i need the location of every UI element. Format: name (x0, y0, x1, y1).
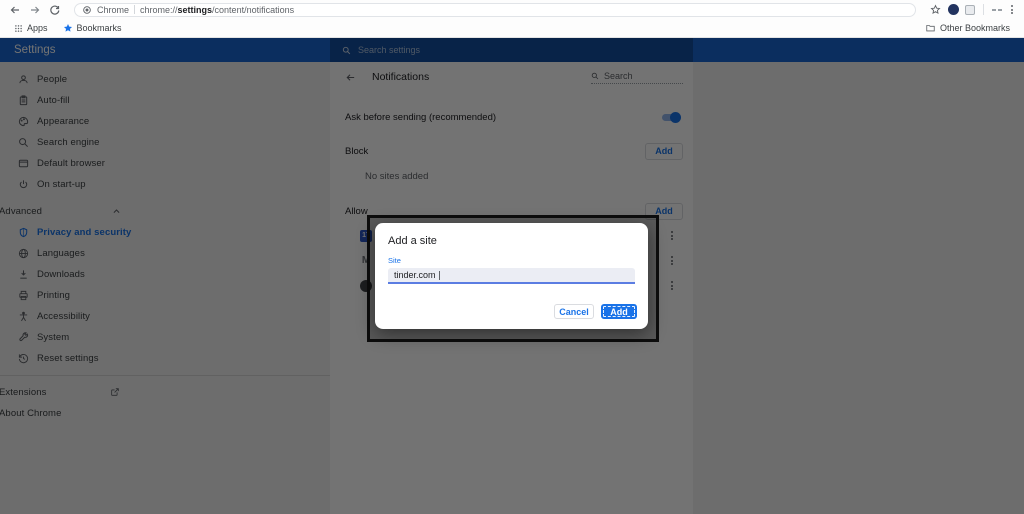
text-cursor (439, 271, 440, 280)
overflow-dash-icon[interactable] (992, 9, 1002, 11)
cancel-button[interactable]: Cancel (554, 304, 594, 319)
omnibox-divider (134, 5, 135, 14)
bookmarks-shortcut[interactable]: Bookmarks (63, 23, 122, 33)
apps-shortcut[interactable]: Apps (14, 23, 48, 33)
site-input[interactable]: tinder.com (388, 268, 635, 284)
screen: Chrome chrome://settings/content/notific… (0, 0, 1024, 514)
address-bar[interactable]: Chrome chrome://settings/content/notific… (74, 3, 916, 17)
add-button[interactable]: Add (601, 304, 637, 319)
site-field-label: Site (388, 256, 635, 265)
url-text: chrome://settings/content/notifications (140, 5, 294, 15)
apps-grid-icon (14, 24, 23, 33)
star-icon (63, 23, 73, 33)
other-bookmarks-label: Other Bookmarks (940, 23, 1010, 33)
settings-page: Settings Search settings People Auto-fil… (0, 38, 1024, 514)
dialog-title: Add a site (388, 235, 635, 247)
back-icon[interactable] (8, 3, 22, 17)
add-site-dialog: Add a site Site tinder.com Cancel Add (375, 223, 648, 329)
bookmarks-bar: Apps Bookmarks Other Bookmarks (0, 19, 1024, 37)
dialog-actions: Cancel Add (554, 304, 637, 319)
toolbar-divider (983, 4, 984, 15)
browser-menu-icon[interactable] (1008, 5, 1016, 14)
browser-chrome: Chrome chrome://settings/content/notific… (0, 0, 1024, 38)
page-icon (82, 5, 92, 15)
folder-icon (925, 23, 936, 33)
other-bookmarks[interactable]: Other Bookmarks (925, 23, 1010, 33)
extension-icon[interactable] (965, 5, 975, 15)
apps-label: Apps (27, 23, 48, 33)
browser-toolbar: Chrome chrome://settings/content/notific… (0, 0, 1024, 19)
bookmark-star-icon[interactable] (928, 3, 942, 17)
bookmarks-label: Bookmarks (77, 23, 122, 33)
profile-avatar[interactable] (948, 4, 959, 15)
site-input-value: tinder.com (394, 270, 436, 280)
reload-icon[interactable] (48, 3, 62, 17)
page-label: Chrome (97, 5, 129, 15)
forward-icon[interactable] (28, 3, 42, 17)
